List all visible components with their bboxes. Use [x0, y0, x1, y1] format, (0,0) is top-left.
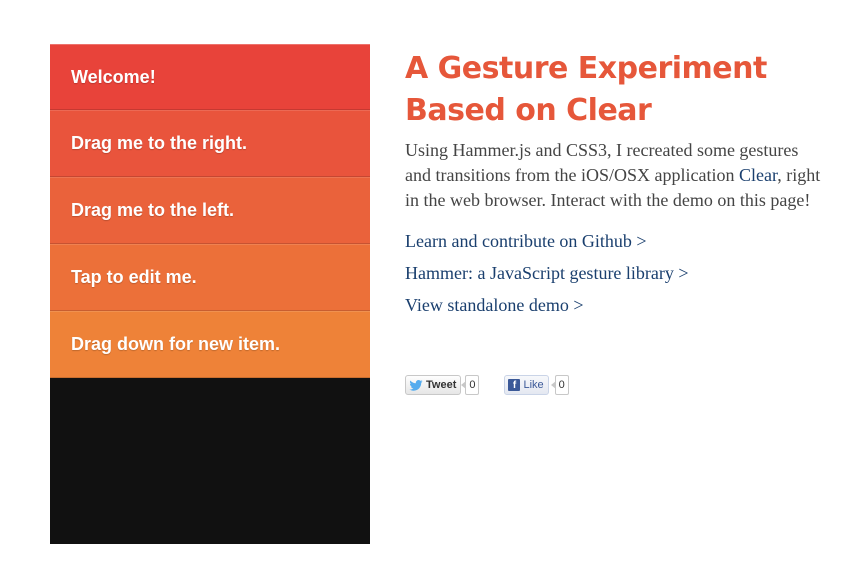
standalone-demo-link[interactable]: View standalone demo >	[405, 296, 825, 314]
link-list: Learn and contribute on Github > Hammer:…	[405, 232, 825, 314]
page-title: A Gesture Experiment Based on Clear	[405, 48, 825, 132]
like-count: 0	[550, 375, 569, 395]
todo-item-drag-right[interactable]: Drag me to the right.	[50, 110, 370, 177]
todo-item-new-item[interactable]: Drag down for new item.	[50, 311, 370, 378]
tweet-button[interactable]: Tweet	[405, 375, 462, 395]
todo-item-tap-edit[interactable]: Tap to edit me.	[50, 244, 370, 311]
todo-item-drag-left[interactable]: Drag me to the left.	[50, 177, 370, 244]
todo-item-label: Drag me to the right.	[71, 133, 248, 153]
hammer-library-link[interactable]: Hammer: a JavaScript gesture library >	[405, 264, 825, 282]
clear-app-link[interactable]: Clear	[739, 165, 777, 185]
todo-item-label: Welcome!	[71, 66, 156, 87]
tweet-count: 0	[461, 375, 480, 395]
todo-item-label: Tap to edit me.	[71, 267, 197, 287]
info-panel: A Gesture Experiment Based on Clear Usin…	[405, 48, 825, 329]
todo-item-label: Drag me to the left.	[71, 200, 235, 220]
twitter-bird-icon	[409, 379, 423, 391]
todo-demo[interactable]: Welcome! Drag me to the right. Drag me t…	[50, 44, 370, 544]
todo-item-welcome[interactable]: Welcome!	[50, 44, 370, 110]
facebook-f-icon: f	[508, 379, 521, 391]
like-button[interactable]: f Like	[504, 375, 549, 395]
github-link[interactable]: Learn and contribute on Github >	[405, 232, 825, 250]
like-label: Like	[523, 379, 544, 391]
page-title-line1: A Gesture Experiment	[405, 51, 767, 86]
social-buttons: Tweet 0 f Like 0	[405, 375, 569, 395]
tweet-label: Tweet	[426, 379, 457, 391]
description: Using Hammer.js and CSS3, I recreated so…	[405, 138, 825, 213]
page-title-line2: Based on Clear	[405, 93, 652, 128]
todo-item-label: Drag down for new item.	[71, 334, 281, 354]
